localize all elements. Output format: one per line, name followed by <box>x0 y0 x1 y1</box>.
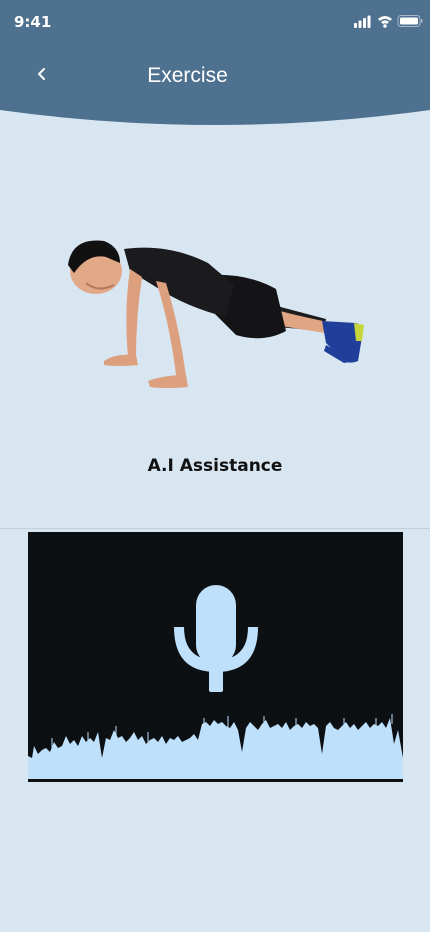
divider <box>0 528 430 529</box>
wifi-icon <box>378 16 392 28</box>
page-title: Exercise <box>147 64 228 87</box>
microphone-icon <box>174 585 258 692</box>
exercise-illustration <box>68 240 364 388</box>
battery-icon <box>397 15 423 27</box>
waveform-visual <box>28 585 403 782</box>
voice-assistant-panel[interactable] <box>28 532 403 782</box>
signal-icon <box>354 15 371 28</box>
header: 9:41 Exercise <box>0 0 430 126</box>
panel-baseline <box>28 779 403 782</box>
exercise-screen: 9:41 Exercise A.I Assistance <box>0 0 430 932</box>
status-time: 9:41 <box>14 13 52 31</box>
audio-waveform <box>28 718 403 782</box>
ai-assistance-label: A.I Assistance <box>147 456 283 476</box>
status-icons <box>354 15 423 28</box>
